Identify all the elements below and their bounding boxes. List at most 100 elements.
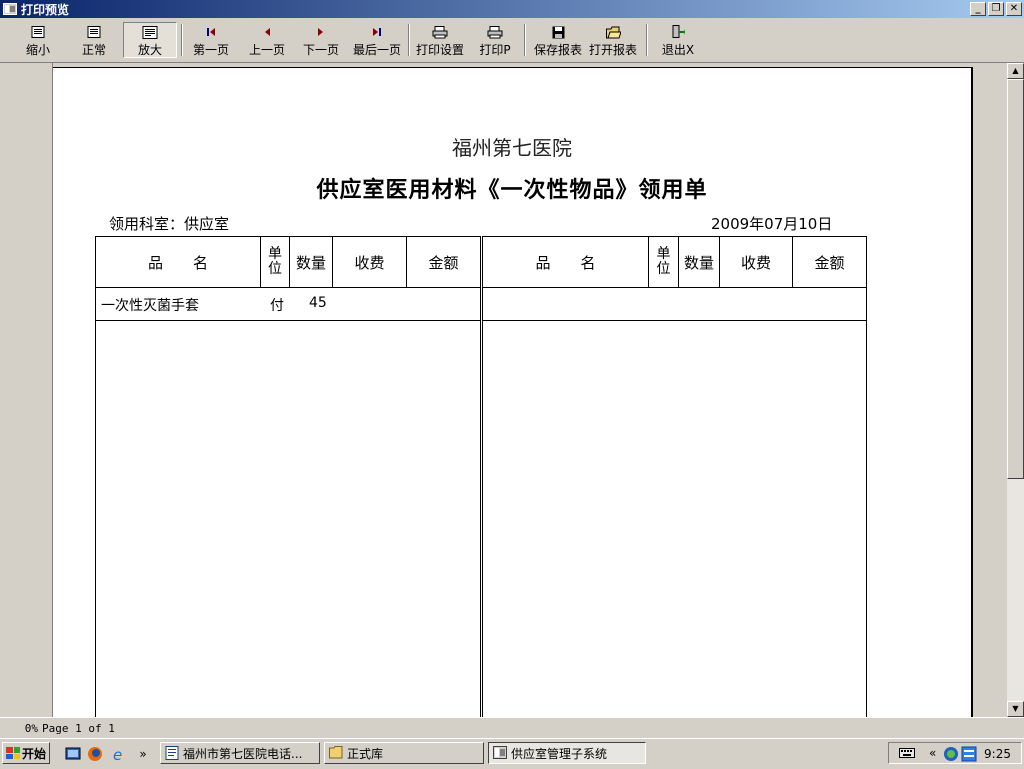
title-bar: 打印预览 _ ❐ ✕ [0, 0, 1024, 18]
toolbar-separator [646, 24, 648, 56]
header-name: 品 名 [483, 237, 649, 287]
header-unit: 单 位 [649, 237, 679, 287]
show-desktop-icon[interactable] [64, 745, 82, 763]
toolbar-separator [181, 24, 183, 56]
firefox-icon[interactable] [86, 745, 104, 763]
header-qty: 数量 [290, 237, 333, 287]
vertical-scrollbar[interactable]: ▲ ▼ [1007, 63, 1024, 717]
normal-size-icon [87, 25, 101, 39]
report-date: 2009年07月10日 [711, 215, 833, 233]
row-item-qty: 45 [309, 295, 327, 311]
last-page-label: 最后一页 [352, 43, 401, 57]
open-folder-icon [605, 25, 621, 39]
scroll-thumb[interactable] [1007, 79, 1024, 479]
toolbar-separator [408, 24, 410, 56]
start-label: 开始 [22, 746, 47, 761]
task-word-document[interactable]: 福州市第七医院电话... [160, 742, 320, 764]
taskbar: 开始 e » 福州市第七医院电话... 正式库 供应室管理子系统 « 9:25 [0, 738, 1024, 769]
table-row: 一次性灭菌手套 付 45 [96, 287, 480, 321]
header-qty: 数量 [679, 237, 720, 287]
header-fee: 收费 [720, 237, 793, 287]
exit-label: 退出X [661, 43, 695, 57]
window-controls: _ ❐ ✕ [968, 2, 1022, 16]
task-folder[interactable]: 正式库 [324, 742, 484, 764]
open-report-button[interactable]: 打开报表 [586, 22, 640, 58]
first-page-icon [206, 25, 216, 39]
status-page-count: Page 1 of 1 [42, 722, 115, 735]
task-label: 正式库 [347, 746, 384, 761]
tray-expand-icon[interactable]: « [929, 746, 936, 760]
previous-page-icon [262, 25, 272, 39]
print-setup-button[interactable]: 打印设置 [413, 22, 467, 58]
zoom-out-button[interactable]: 缩小 [14, 22, 62, 58]
header-name: 品 名 [96, 237, 261, 287]
last-page-icon [372, 25, 382, 39]
normal-size-label: 正常 [81, 43, 106, 57]
status-progress: 0% [24, 722, 38, 735]
zoom-in-label: 放大 [137, 43, 162, 57]
first-page-button[interactable]: 第一页 [188, 22, 234, 58]
print-setup-icon [432, 25, 448, 39]
header-fee: 收费 [333, 237, 407, 287]
save-report-button[interactable]: 保存报表 [531, 22, 585, 58]
table-row [483, 287, 866, 321]
keyboard-icon[interactable] [899, 746, 915, 763]
previous-page-label: 上一页 [248, 43, 285, 57]
header-amount: 金额 [814, 253, 845, 272]
table-header: 品 名 单 位 数量 收费 金额 [483, 237, 866, 288]
print-setup-label: 打印设置 [415, 43, 464, 57]
header-unit-top: 单 [268, 246, 282, 262]
clock: 9:25 [984, 747, 1011, 761]
zoom-in-button[interactable]: 放大 [123, 22, 177, 58]
status-bar: 0% Page 1 of 1 [0, 717, 1024, 738]
start-button[interactable]: 开始 [2, 742, 50, 764]
windows-logo-icon [6, 747, 20, 759]
normal-size-button[interactable]: 正常 [68, 22, 120, 58]
last-page-button[interactable]: 最后一页 [350, 22, 404, 58]
table-header: 品 名 单 位 数量 收费 金额 [96, 237, 480, 288]
print-button[interactable]: 打印P [474, 22, 516, 58]
header-unit-bottom: 位 [656, 261, 671, 277]
report-title: 供应室医用材料《一次性物品》领用单 [316, 177, 708, 203]
app-window-icon [493, 746, 507, 760]
header-amount: 金额 [428, 253, 459, 272]
ime-icon[interactable] [961, 746, 977, 765]
scroll-up-button[interactable]: ▲ [1007, 63, 1024, 79]
internet-explorer-icon[interactable]: e [110, 745, 128, 763]
zoom-in-icon [142, 26, 158, 39]
task-label: 供应室管理子系统 [511, 746, 608, 761]
next-page-label: 下一页 [302, 43, 339, 57]
header-unit: 单 位 [261, 237, 290, 287]
exit-door-icon [671, 25, 685, 39]
zoom-out-icon [31, 25, 45, 39]
row-item-name: 一次性灭菌手套 [101, 298, 199, 314]
first-page-label: 第一页 [192, 43, 229, 57]
task-supply-system[interactable]: 供应室管理子系统 [488, 742, 646, 764]
restore-button[interactable]: ❐ [988, 2, 1004, 16]
minimize-button[interactable]: _ [970, 2, 986, 16]
hospital-name: 福州第七医院 [452, 136, 572, 160]
next-page-icon [316, 25, 326, 39]
scroll-down-button[interactable]: ▼ [1007, 701, 1024, 717]
department-label: 领用科室：供应室 [109, 215, 230, 233]
preview-margin [0, 63, 53, 717]
row-item-unit: 付 [270, 298, 284, 314]
header-unit-bottom: 位 [268, 261, 282, 277]
window-title: 打印预览 [21, 2, 70, 17]
word-document-icon [165, 746, 179, 760]
system-tray: « 9:25 [888, 742, 1022, 764]
zoom-out-label: 缩小 [25, 43, 50, 57]
close-button[interactable]: ✕ [1006, 2, 1022, 16]
print-label: 打印P [479, 43, 511, 57]
save-report-label: 保存报表 [533, 43, 582, 57]
svg-text:e: e [113, 746, 122, 762]
network-icon[interactable] [943, 746, 959, 765]
folder-icon [329, 746, 343, 760]
exit-button[interactable]: 退出X [656, 22, 700, 58]
save-disk-icon [552, 25, 565, 39]
quicklaunch-more-icon[interactable]: » [134, 745, 152, 763]
toolbar-separator [524, 24, 526, 56]
toolbar: 缩小 正常 放大 第一页 上一页 下一页 最后一页 打印设置 打印P 保存报表 … [0, 18, 1024, 63]
next-page-button[interactable]: 下一页 [298, 22, 344, 58]
previous-page-button[interactable]: 上一页 [244, 22, 290, 58]
